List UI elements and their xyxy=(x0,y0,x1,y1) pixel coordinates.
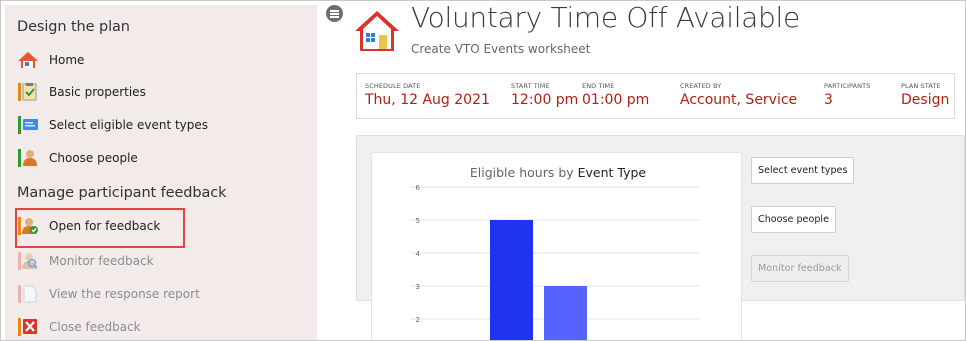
y-tick-label: 3 xyxy=(416,283,420,291)
sidebar-item-select-event-types[interactable]: Select eligible event types xyxy=(17,112,208,138)
person-check-icon xyxy=(18,217,38,235)
clipboard-check-icon xyxy=(18,83,37,101)
section-title-design: Design the plan xyxy=(17,19,130,35)
page-title: Voluntary Time Off Available xyxy=(411,1,800,34)
sidebar-item-label: Select eligible event types xyxy=(49,118,209,132)
sidebar-item-close-feedback[interactable]: Close feedback xyxy=(17,314,141,340)
field-value: 3 xyxy=(824,92,833,108)
sidebar-item-choose-people[interactable]: Choose people xyxy=(17,145,138,171)
end-time-field: END TIME 01:00 pm xyxy=(582,82,649,108)
field-value: Account, Service xyxy=(680,92,798,108)
field-value: 01:00 pm xyxy=(582,92,650,108)
chart: Eligible hours by Event Type 2 3 4 5 6 xyxy=(410,165,700,340)
y-tick-label: 2 xyxy=(416,316,420,324)
menu-icon[interactable] xyxy=(326,5,343,22)
field-label: PLAN STATE xyxy=(901,82,941,90)
plan-state-field: PLAN STATE Design xyxy=(901,82,949,108)
field-label: START TIME xyxy=(511,82,550,90)
sidebar-item-basic-properties[interactable]: Basic properties xyxy=(17,79,146,105)
select-event-types-button[interactable]: Select event types xyxy=(751,157,855,184)
sidebar-item-label: View the response report xyxy=(49,287,200,301)
plan-info-bar: SCHEDULE DATE Thu, 12 Aug 2021 START TIM… xyxy=(356,73,955,119)
chart-bar-2 xyxy=(544,286,587,340)
field-label: CREATED BY xyxy=(680,82,722,90)
close-x-icon xyxy=(18,318,37,336)
page-subtitle: Create VTO Events worksheet xyxy=(411,42,591,56)
document-icon xyxy=(18,285,37,303)
home-icon xyxy=(18,52,38,68)
chart-title-emphasis: Event Type xyxy=(578,165,647,180)
chart-title: Eligible hours by Event Type xyxy=(470,165,647,180)
person-search-icon xyxy=(18,252,38,270)
sidebar-item-view-response-report[interactable]: View the response report xyxy=(17,281,200,307)
field-value: Thu, 12 Aug 2021 xyxy=(365,92,490,108)
sidebar-item-label: Choose people xyxy=(49,151,138,165)
field-label: PARTICIPANTS xyxy=(824,82,871,90)
section-title-manage: Manage participant feedback xyxy=(17,185,227,201)
app-frame: Design the plan Home Basic properties Se… xyxy=(0,0,966,341)
chart-bar-1 xyxy=(490,220,533,340)
sidebar-item-home[interactable]: Home xyxy=(17,47,84,73)
sidebar-item-open-for-feedback[interactable]: Open for feedback xyxy=(17,213,160,239)
y-tick-label: 4 xyxy=(416,250,421,258)
chart-title-prefix: Eligible hours by xyxy=(470,165,578,180)
monitor-feedback-button[interactable]: Monitor feedback xyxy=(751,255,849,282)
field-value: Design xyxy=(901,92,950,108)
sidebar-item-monitor-feedback[interactable]: Monitor feedback xyxy=(17,248,154,274)
start-time-field: START TIME 12:00 pm xyxy=(511,82,578,108)
house-icon xyxy=(355,11,399,51)
sidebar-item-label: Monitor feedback xyxy=(49,254,154,268)
sidebar-item-label: Open for feedback xyxy=(49,219,161,233)
chart-card: Eligible hours by Event Type 2 3 4 5 6 xyxy=(371,152,742,340)
sidebar: Design the plan Home Basic properties Se… xyxy=(5,5,317,340)
person-icon xyxy=(18,149,37,167)
schedule-date-field: SCHEDULE DATE Thu, 12 Aug 2021 xyxy=(365,82,490,108)
created-by-field: CREATED BY Account, Service xyxy=(680,82,797,108)
participants-field: PARTICIPANTS 3 xyxy=(824,82,870,108)
y-tick-label: 5 xyxy=(416,217,420,225)
monitor-list-icon xyxy=(18,116,38,134)
sidebar-item-label: Basic properties xyxy=(49,85,146,99)
y-tick-label: 6 xyxy=(416,184,421,192)
field-label: SCHEDULE DATE xyxy=(365,82,421,90)
choose-people-button[interactable]: Choose people xyxy=(751,206,836,233)
sidebar-item-label: Home xyxy=(49,53,85,67)
field-value: 12:00 pm xyxy=(511,92,579,108)
sidebar-item-label: Close feedback xyxy=(49,320,141,334)
field-label: END TIME xyxy=(582,82,615,90)
